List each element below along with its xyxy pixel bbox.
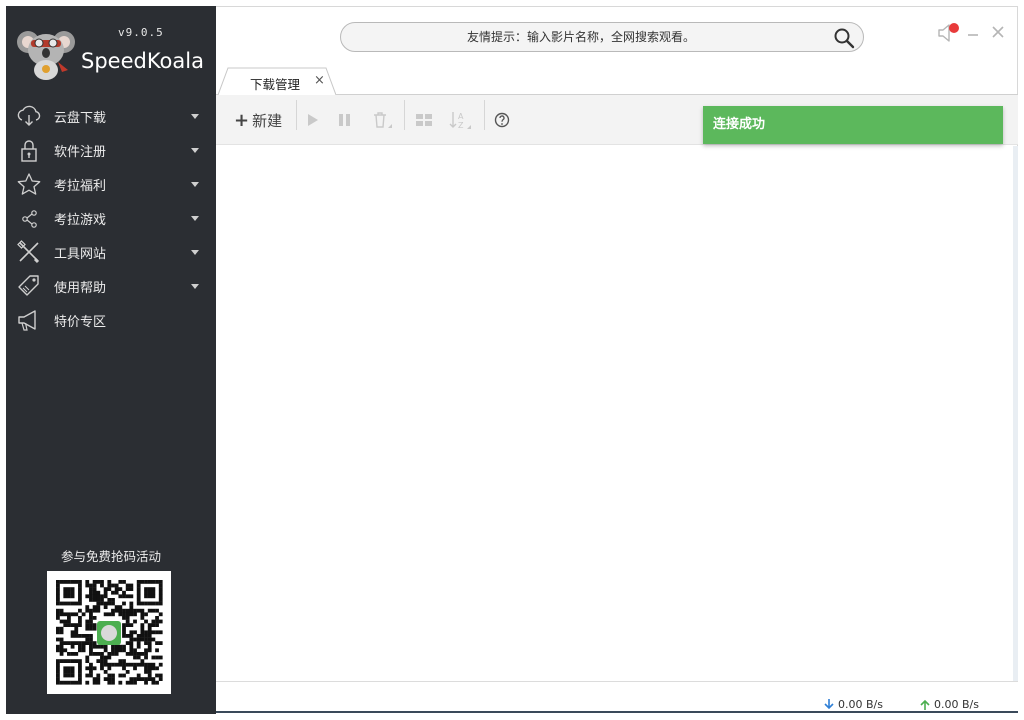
search-bar[interactable]: 友情提示：输入影片名称，全网搜索观看。: [340, 22, 864, 52]
lock-icon: [21, 140, 37, 162]
qr-code-image[interactable]: [47, 571, 171, 694]
toolbar-separator: [484, 100, 485, 130]
plus-icon: +: [234, 109, 250, 131]
connection-toast: 连接成功: [703, 106, 1003, 144]
tab-close-icon[interactable]: ×: [314, 73, 325, 88]
grid-view-icon[interactable]: [415, 109, 433, 131]
sidebar-item-cloud-download[interactable]: 云盘下载: [6, 99, 216, 133]
chevron-down-icon: [191, 148, 199, 153]
tools-icon: [17, 240, 40, 264]
logo-area: v9.0.5 SpeedKoala: [6, 6, 216, 94]
sidebar-item-label: 特价专区: [54, 315, 107, 330]
delete-icon[interactable]: [371, 109, 395, 131]
search-icon[interactable]: [833, 27, 855, 49]
close-button[interactable]: [990, 24, 1006, 40]
star-icon: [17, 173, 41, 195]
svg-text:Z: Z: [458, 121, 464, 130]
new-task-button[interactable]: + 新建: [234, 109, 290, 131]
sidebar-item-label: 工具网站: [54, 247, 107, 262]
status-bar-border: [216, 711, 1018, 713]
arrow-up-icon: [920, 699, 930, 710]
sidebar-item-label: 软件注册: [54, 145, 107, 160]
sidebar-item-label: 考拉福利: [54, 179, 107, 194]
sidebar-item-label: 考拉游戏: [54, 213, 107, 228]
cloud-download-icon: [17, 105, 41, 126]
koala-logo-icon: [17, 31, 75, 80]
arrow-down-icon: [824, 699, 834, 710]
sort-icon[interactable]: A Z: [448, 109, 474, 131]
status-bar: 0.00 B/s 0.00 B/s: [216, 681, 1018, 714]
chevron-down-icon: [191, 284, 199, 289]
chevron-down-icon: [191, 250, 199, 255]
download-speed-value: 0.00 B/s: [838, 698, 883, 711]
megaphone-icon: [18, 310, 36, 331]
play-icon[interactable]: [305, 109, 321, 131]
toolbar-separator: [404, 100, 405, 130]
app-name: SpeedKoala: [81, 49, 204, 73]
notification-speaker-icon[interactable]: [936, 22, 960, 44]
minimize-button[interactable]: [965, 24, 981, 40]
upload-speed-value: 0.00 B/s: [934, 698, 979, 711]
chevron-down-icon: [191, 182, 199, 187]
search-input[interactable]: 友情提示：输入影片名称，全网搜索观看。: [341, 23, 821, 51]
download-speed: 0.00 B/s: [824, 698, 883, 711]
sidebar-item-label: 云盘下载: [54, 111, 107, 126]
tag-icon: [18, 275, 39, 296]
sidebar-item-koala-welfare[interactable]: 考拉福利: [6, 167, 216, 201]
upload-speed: 0.00 B/s: [920, 698, 979, 711]
sidebar-item-tool-sites[interactable]: 工具网站: [6, 235, 216, 269]
sidebar-menu: 云盘下载 软件注册 考拉福利 考拉游戏 工具网站 使用帮助 特价专区: [6, 99, 216, 337]
sidebar: v9.0.5 SpeedKoala 云盘下载 软件注册 考拉福利 考拉游戏 工具…: [6, 6, 216, 714]
tab-label: 下载管理: [250, 77, 301, 92]
chevron-down-icon: [191, 216, 199, 221]
toolbar-separator: [296, 100, 297, 130]
new-task-label: 新建: [252, 111, 283, 130]
promo-text: 参与免费抢码活动: [60, 549, 161, 564]
sidebar-item-software-register[interactable]: 软件注册: [6, 133, 216, 167]
svg-text:A: A: [458, 112, 464, 121]
help-icon[interactable]: [494, 109, 512, 131]
sidebar-item-special-offers[interactable]: 特价专区: [6, 303, 216, 337]
sidebar-item-koala-games[interactable]: 考拉游戏: [6, 201, 216, 235]
app-version: v9.0.5: [118, 26, 164, 39]
share-icon: [22, 210, 37, 228]
sidebar-item-label: 使用帮助: [54, 281, 107, 296]
tab-download-manager[interactable]: 下载管理 ×: [218, 67, 336, 95]
pause-icon[interactable]: [337, 109, 353, 131]
chevron-down-icon: [191, 114, 199, 119]
scrollbar-track[interactable]: [1013, 146, 1018, 682]
sidebar-item-help[interactable]: 使用帮助: [6, 269, 216, 303]
